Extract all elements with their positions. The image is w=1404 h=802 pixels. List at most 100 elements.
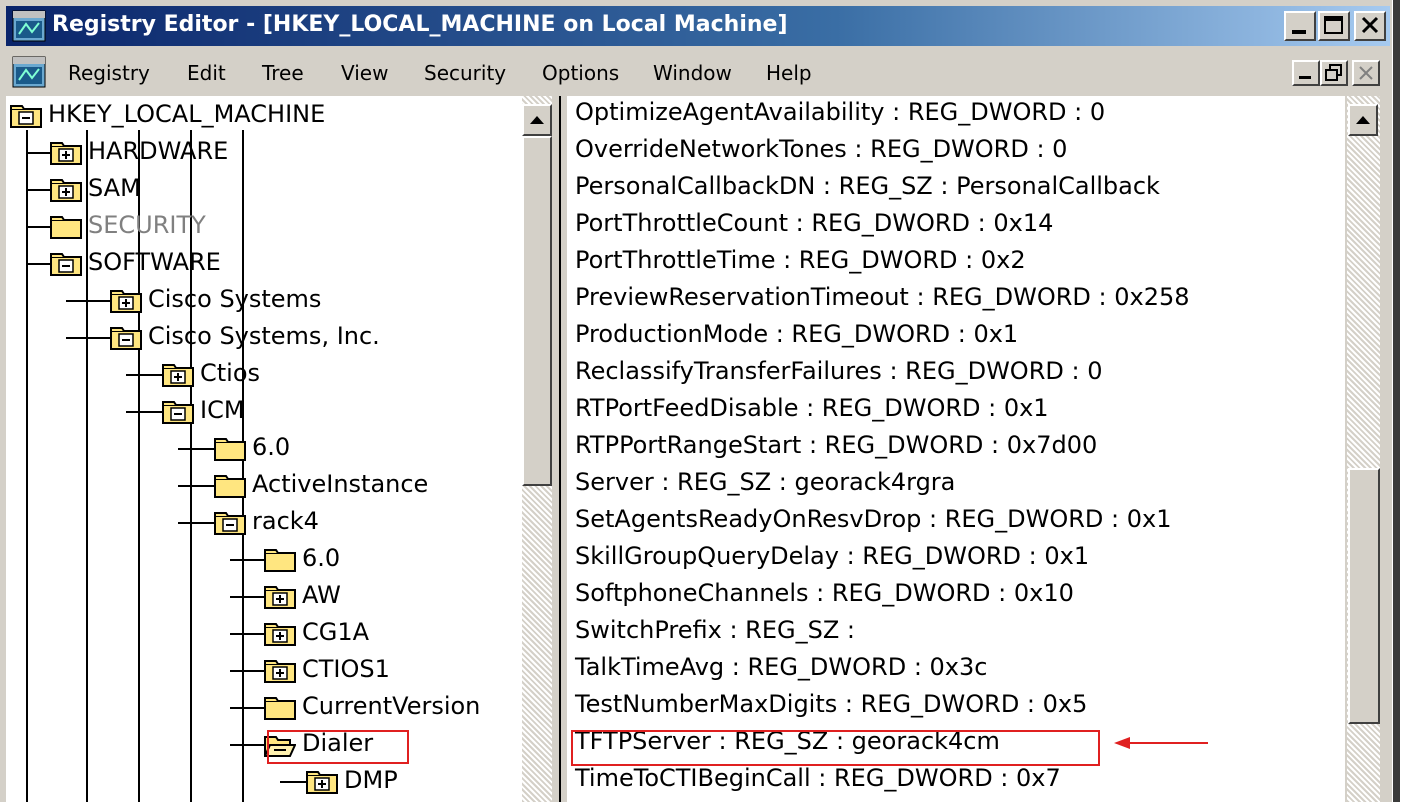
expand-folder-icon[interactable]	[264, 585, 296, 609]
tree-branch-line	[178, 485, 214, 487]
values-scroll-thumb[interactable]	[1348, 468, 1380, 724]
tree-item-6-0[interactable]: 6.0	[6, 542, 522, 578]
tree-branch-line	[66, 337, 110, 339]
tree-item-cisco-systems[interactable]: Cisco Systems	[6, 283, 522, 319]
values-pane[interactable]: OptimizeAgentAvailability : REG_DWORD : …	[567, 96, 1345, 802]
pane-splitter[interactable]	[522, 96, 567, 802]
minimize-icon	[1299, 76, 1311, 79]
tree-item-label: SECURITY	[88, 211, 206, 239]
expand-folder-icon[interactable]	[264, 659, 296, 683]
child-restore-button[interactable]	[1320, 60, 1348, 86]
tree-scroll-thumb[interactable]	[522, 136, 552, 486]
expand-folder-icon[interactable]	[50, 178, 82, 202]
value-row[interactable]: ProductionMode : REG_DWORD : 0x1	[575, 320, 1018, 356]
tree-item-software[interactable]: SOFTWARE	[6, 246, 522, 282]
tree-item-rack4[interactable]: rack4	[6, 505, 522, 541]
tree-item-label: SOFTWARE	[88, 248, 221, 276]
tree-item-activeinstance[interactable]: ActiveInstance	[6, 468, 522, 504]
registry-doc-icon[interactable]	[12, 56, 46, 88]
tree-branch-line	[230, 559, 264, 561]
value-row[interactable]: PortThrottleTime : REG_DWORD : 0x2	[575, 246, 1026, 282]
value-row[interactable]: SkillGroupQueryDelay : REG_DWORD : 0x1	[575, 542, 1089, 578]
highlight-box-dialer	[267, 730, 409, 764]
child-close-button[interactable]	[1352, 60, 1380, 86]
tree-item-icm[interactable]: ICM	[6, 394, 522, 430]
expand-folder-icon[interactable]	[50, 141, 82, 165]
close-icon	[1361, 16, 1379, 34]
tree-item-hkey-local-machine[interactable]: HKEY_LOCAL_MACHINE	[6, 98, 522, 134]
tree-item-security[interactable]: SECURITY	[6, 209, 522, 245]
maximize-button[interactable]	[1318, 11, 1350, 41]
value-row[interactable]: SoftphoneChannels : REG_DWORD : 0x10	[575, 579, 1074, 615]
tree-item-dialer[interactable]: Dialer	[6, 727, 522, 763]
close-button[interactable]	[1354, 11, 1386, 41]
tree-item-ctios[interactable]: Ctios	[6, 357, 522, 393]
menu-bar: Registry Edit Tree View Security Options…	[6, 52, 1390, 92]
value-row[interactable]: OptimizeAgentAvailability : REG_DWORD : …	[575, 98, 1105, 134]
value-row[interactable]: TimeToCTIBeginCall : REG_DWORD : 0x7	[575, 764, 1061, 800]
child-minimize-button[interactable]	[1292, 60, 1320, 86]
expand-folder-icon[interactable]	[162, 363, 194, 387]
close-icon	[1359, 66, 1373, 80]
value-row[interactable]: PortThrottleCount : REG_DWORD : 0x14	[575, 209, 1053, 245]
tree-item-label: AW	[302, 581, 341, 609]
desktop-edge	[1392, 0, 1404, 802]
tree-item-dmp[interactable]: DMP	[6, 764, 522, 800]
menu-view[interactable]: View	[341, 61, 388, 85]
menu-registry[interactable]: Registry	[68, 61, 150, 85]
tree-item-currentversion[interactable]: CurrentVersion	[6, 690, 522, 726]
tree-item-cisco-systems-inc-[interactable]: Cisco Systems, Inc.	[6, 320, 522, 356]
menu-help[interactable]: Help	[766, 61, 812, 85]
expand-folder-icon[interactable]	[110, 289, 142, 313]
tree-item-ctios1[interactable]: CTIOS1	[6, 653, 522, 689]
value-row[interactable]: TestNumberMaxDigits : REG_DWORD : 0x5	[575, 690, 1087, 726]
tree-branch-line	[126, 411, 162, 413]
value-row[interactable]: ReclassifyTransferFailures : REG_DWORD :…	[575, 357, 1102, 393]
up-arrow-icon	[1356, 116, 1370, 124]
menu-options[interactable]: Options	[542, 61, 619, 85]
value-row[interactable]: RTPortFeedDisable : REG_DWORD : 0x1	[575, 394, 1049, 430]
tree-branch-line	[178, 448, 214, 450]
tree-item-label: CurrentVersion	[302, 692, 481, 720]
tree-pane[interactable]: HKEY_LOCAL_MACHINE HARDWARE SAM SECURITY SOF…	[6, 96, 522, 802]
collapse-folder-icon[interactable]	[214, 511, 246, 535]
tree-item-6-0[interactable]: 6.0	[6, 431, 522, 467]
tree-item-aw[interactable]: AW	[6, 579, 522, 615]
tree-item-label: Cisco Systems, Inc.	[148, 322, 380, 350]
tree-branch-line	[230, 596, 264, 598]
title-bar[interactable]: Registry Editor - [HKEY_LOCAL_MACHINE on…	[6, 6, 1390, 46]
menu-tree[interactable]: Tree	[262, 61, 304, 85]
expand-folder-icon[interactable]	[306, 770, 338, 794]
values-scroll-up-button[interactable]	[1348, 104, 1378, 136]
collapse-folder-icon[interactable]	[50, 252, 82, 276]
value-row[interactable]: RTPPortRangeStart : REG_DWORD : 0x7d00	[575, 431, 1097, 467]
tree-item-label: CTIOS1	[302, 655, 390, 683]
tree-item-hardware[interactable]: HARDWARE	[6, 135, 522, 171]
menu-security[interactable]: Security	[424, 61, 506, 85]
tree-scroll-up-button[interactable]	[522, 104, 552, 136]
collapse-folder-icon[interactable]	[110, 326, 142, 350]
value-row[interactable]: SwitchPrefix : REG_SZ :	[575, 616, 855, 652]
value-row[interactable]: SetAgentsReadyOnResvDrop : REG_DWORD : 0…	[575, 505, 1172, 541]
values-scrollbar[interactable]	[1347, 96, 1380, 802]
tree-item-cg1a[interactable]: CG1A	[6, 616, 522, 652]
collapse-folder-icon[interactable]	[10, 104, 42, 128]
expand-folder-icon[interactable]	[264, 622, 296, 646]
folder-icon	[264, 697, 296, 720]
value-row[interactable]: Server : REG_SZ : georack4rgra	[575, 468, 955, 504]
value-row[interactable]: PreviewReservationTimeout : REG_DWORD : …	[575, 283, 1190, 319]
value-row[interactable]: PersonalCallbackDN : REG_SZ : PersonalCa…	[575, 172, 1160, 208]
value-row[interactable]: TalkTimeAvg : REG_DWORD : 0x3c	[575, 653, 987, 689]
collapse-folder-icon[interactable]	[162, 400, 194, 424]
tree-branch-line	[26, 263, 50, 265]
menu-window[interactable]: Window	[653, 61, 732, 85]
splitter-line	[559, 96, 561, 802]
minimize-button[interactable]	[1284, 11, 1316, 41]
tree-scrollbar[interactable]	[522, 96, 552, 802]
tree-item-label: HKEY_LOCAL_MACHINE	[48, 100, 326, 128]
menu-edit[interactable]: Edit	[187, 61, 226, 85]
tree-item-sam[interactable]: SAM	[6, 172, 522, 208]
value-row[interactable]: OverrideNetworkTones : REG_DWORD : 0	[575, 135, 1067, 171]
tree-branch-line	[230, 670, 264, 672]
tree-branch-line	[178, 522, 214, 524]
